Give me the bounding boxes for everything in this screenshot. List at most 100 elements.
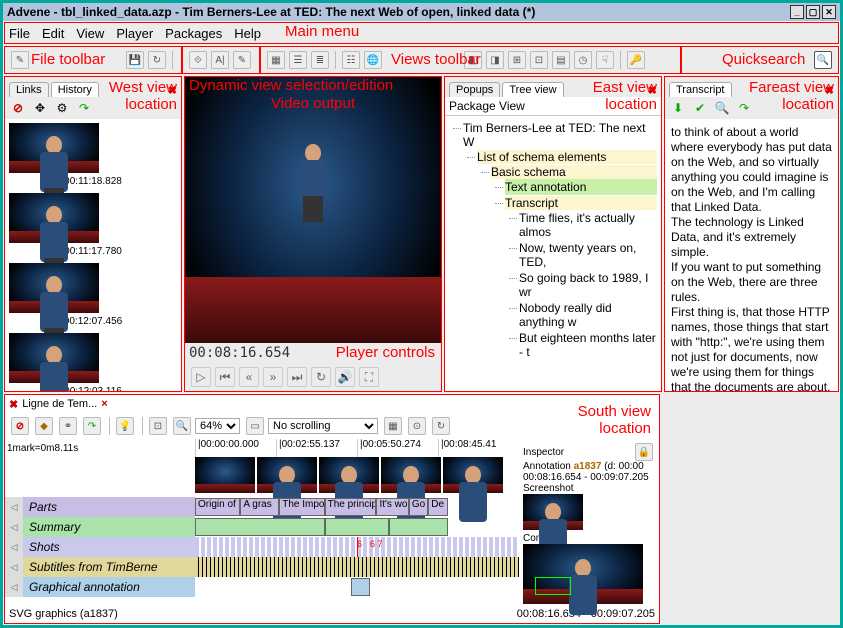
track-canvas[interactable]: |00:00:00.000|00:02:55.137|00:05:50.274|… [195, 439, 519, 605]
west-panel: West viewlocation Links History ✖ ⊘ ✥ ⚙ … [4, 76, 182, 392]
track-toggle[interactable]: ◁ [5, 557, 23, 577]
clear-history-icon[interactable]: ⊘ [9, 99, 27, 117]
close-east-tab[interactable]: ✖ [644, 84, 661, 97]
settings-icon[interactable]: ⚙ [53, 99, 71, 117]
tl-fit-icon[interactable]: ⊡ [149, 417, 167, 435]
tab-popups[interactable]: Popups [449, 82, 500, 97]
menu-file[interactable]: File [9, 26, 30, 41]
search-icon[interactable]: 🔍 [814, 51, 832, 69]
track-toggle[interactable]: ◁ [5, 537, 23, 557]
annot-main-menu: Main menu [285, 23, 359, 40]
reload-icon[interactable]: ↻ [148, 51, 166, 69]
minimize-button[interactable]: _ [790, 5, 804, 19]
menu-help[interactable]: Help [234, 26, 261, 41]
rewind-button[interactable]: « [239, 367, 259, 387]
tl-snap-icon[interactable]: ⊙ [408, 417, 426, 435]
key-icon[interactable]: 🔑 [627, 51, 645, 69]
mark-label: 1mark=0m8.11s [5, 439, 195, 457]
track-toggle[interactable]: ◁ [5, 577, 23, 597]
track-row-subs [195, 557, 519, 577]
track-subtitles[interactable]: Subtitles from TimBerne [23, 557, 195, 577]
transcript-icon[interactable]: ≣ [311, 51, 329, 69]
timeline-area: 1mark=0m8.11s ◁Parts ◁Summary ◁Shots ◁Su… [5, 439, 659, 605]
zoom-select[interactable]: 64% [195, 418, 240, 434]
track-row-summary [195, 517, 519, 537]
tab-treeview[interactable]: Tree view [502, 82, 563, 97]
insp-range: 00:08:16.654 - 00:09:07.205 [523, 472, 655, 483]
v2-icon[interactable]: ◨ [486, 51, 504, 69]
hand-icon[interactable]: ☟ [596, 51, 614, 69]
track-toggle[interactable]: ◁ [5, 517, 23, 537]
tl-reload-icon[interactable]: ↻ [432, 417, 450, 435]
close-south-tab[interactable]: ✖ [9, 398, 18, 411]
tl-clear-icon[interactable]: ⊘ [11, 417, 29, 435]
tl-mark-icon[interactable]: ◆ [35, 417, 53, 435]
tree-icon[interactable]: ☷ [342, 51, 360, 69]
new-icon[interactable]: ✎ [11, 51, 29, 69]
time-ruler: |00:00:00.000|00:02:55.137|00:05:50.274|… [195, 439, 519, 457]
history-item[interactable]: 00:12:07.456 [9, 263, 177, 327]
fullscreen-button[interactable]: ⛶ [359, 367, 379, 387]
history-item[interactable]: 00:11:18.828 [9, 123, 177, 187]
menu-edit[interactable]: Edit [42, 26, 64, 41]
menu-view[interactable]: View [76, 26, 104, 41]
track-row-parts: Origin of t A gras The Impo The princip … [195, 497, 519, 517]
track-summary[interactable]: Summary [23, 517, 195, 537]
forward-button[interactable]: » [263, 367, 283, 387]
annotate-toolbar: ⟐ A| ✎ [182, 46, 260, 74]
map-icon[interactable]: ⊞ [508, 51, 526, 69]
v1-icon[interactable]: ◧ [464, 51, 482, 69]
close-west-tab[interactable]: ✖ [164, 84, 181, 97]
web-icon[interactable]: 🌐 [364, 51, 382, 69]
table-icon[interactable]: ▤ [552, 51, 570, 69]
save-icon[interactable]: 💾 [126, 51, 144, 69]
pen-icon[interactable]: ✎ [233, 51, 251, 69]
tl-grid-icon[interactable]: ▦ [384, 417, 402, 435]
track-row-shots: 6 6 7 [195, 537, 519, 557]
insp-annotation: Annotation a1837 (d: 00:00 [523, 461, 655, 472]
grid-icon[interactable]: ▦ [267, 51, 285, 69]
tab-links[interactable]: Links [9, 82, 49, 97]
text-icon[interactable]: A| [211, 51, 229, 69]
tl-hint-icon[interactable]: 💡 [116, 417, 134, 435]
timeline-icon[interactable]: ☰ [289, 51, 307, 69]
track-parts[interactable]: Parts [23, 497, 195, 517]
maximize-button[interactable]: ▢ [806, 5, 820, 19]
inspector: Inspector🔒 Annotation a1837 (d: 00:00 00… [519, 439, 659, 605]
tl-relations-icon[interactable]: ⚭ [59, 417, 77, 435]
menu-packages[interactable]: Packages [165, 26, 222, 41]
annot-file-toolbar: File toolbar [31, 51, 105, 68]
quicksearch-box: Quicksearch 🔍 [681, 46, 839, 74]
volume-button[interactable]: 🔊 [335, 367, 355, 387]
next-frame-button[interactable]: ⏭ [287, 367, 307, 387]
loop-button[interactable]: ↻ [311, 367, 331, 387]
menu-player[interactable]: Player [116, 26, 153, 41]
close-button[interactable]: ✕ [822, 5, 836, 19]
track-graphical[interactable]: Graphical annotation [23, 577, 195, 597]
link-icon[interactable]: ⟐ [189, 51, 207, 69]
lock-icon[interactable]: 🔒 [635, 443, 653, 461]
play-button[interactable]: ▷ [191, 367, 211, 387]
tab-close-x[interactable]: × [101, 398, 107, 410]
go-icon[interactable]: ↷ [75, 99, 93, 117]
track-shots[interactable]: Shots [23, 537, 195, 557]
views-toolbar: ▦ ☰ ≣ ☷ 🌐 Views toolbar ◧ ◨ ⊞ ⊡ ▤ ◷ ☟ 🔑 [260, 46, 681, 74]
video-output[interactable]: Video output [185, 77, 441, 343]
history-item[interactable]: 00:12:03.116 [9, 333, 177, 391]
track-labels: 1mark=0m8.11s ◁Parts ◁Summary ◁Shots ◁Su… [5, 439, 195, 605]
nav-icon[interactable]: ✥ [31, 99, 49, 117]
scroll-mode-select[interactable]: No scrolling [268, 418, 378, 434]
tab-history[interactable]: History [51, 82, 99, 97]
track-toggle[interactable]: ◁ [5, 497, 23, 517]
tl-zoom-icon[interactable]: 🔍 [173, 417, 191, 435]
clock-icon[interactable]: ◷ [574, 51, 592, 69]
player-controls: ▷ ⏮ « » ⏭ ↻ 🔊 ⛶ [185, 363, 441, 391]
history-item[interactable]: 00:11:17.780 [9, 193, 177, 257]
inspect-icon[interactable]: ⊡ [530, 51, 548, 69]
prev-frame-button[interactable]: ⏮ [215, 367, 235, 387]
south-tab[interactable]: Ligne de Tem... [22, 398, 97, 410]
tl-refresh-icon[interactable]: ↷ [83, 417, 101, 435]
fareast-overlay [664, 75, 838, 622]
tl-zoomfit-icon[interactable]: ▭ [246, 417, 264, 435]
tree-view[interactable]: Tim Berners-Lee at TED: The next W List … [445, 116, 661, 391]
